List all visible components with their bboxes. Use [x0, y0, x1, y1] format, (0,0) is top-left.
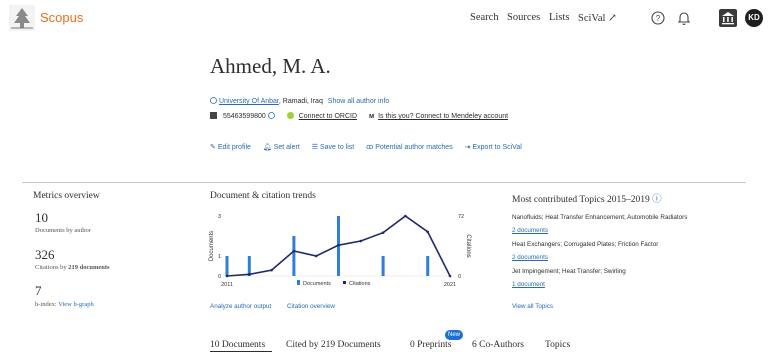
orcid-icon: [286, 112, 294, 119]
x-tick-label-end: 2021: [444, 282, 456, 288]
documents-bar: [426, 256, 430, 276]
topic-item-1[interactable]: Nanofluids; Heat Transfer Enhancement; A…: [512, 214, 687, 221]
view-all-topics-link[interactable]: View all Topics: [512, 303, 553, 310]
metrics-overview-title: Metrics overview: [33, 191, 100, 201]
scopus-id-icon: [210, 112, 217, 119]
analyze-author-output-link[interactable]: Analyze author output: [210, 303, 271, 310]
bell-icon[interactable]: [676, 10, 692, 26]
scopus-brand-link[interactable]: Scopus: [40, 10, 83, 25]
document-citation-chart: Documents Citations3107202011 2021Document…: [209, 214, 471, 288]
x-tick-label-start: 2011: [221, 282, 233, 288]
bell-outline-icon: 🔔︎: [262, 144, 272, 151]
user-avatar[interactable]: KD: [745, 9, 763, 27]
affiliation-row: University Of Anbar, Ramadi, Iraq Show a…: [210, 97, 389, 105]
identifier-row: 55463599800 Connect to ORCID ᴍ Is this y…: [210, 112, 508, 120]
nav-lists[interactable]: Lists: [549, 12, 569, 23]
legend-documents-swatch: [297, 280, 300, 285]
citations-point: [426, 230, 429, 234]
tab-topics[interactable]: Topics: [545, 340, 570, 350]
y2-axis-label: Citations: [465, 234, 471, 257]
topic-item-2[interactable]: Heat Exchangers; Corrugated Plates; Fric…: [512, 241, 658, 248]
elsevier-logo-icon[interactable]: [8, 4, 36, 32]
topic-item-1-docs[interactable]: 2 documents: [512, 227, 548, 234]
citations-point: [314, 254, 318, 258]
documents-bar: [225, 256, 229, 276]
institution-icon[interactable]: [719, 9, 737, 27]
mendeley-icon: ᴍ: [368, 113, 375, 120]
citations-count[interactable]: 326: [35, 247, 55, 263]
show-all-author-info-link[interactable]: Show all author info: [328, 98, 389, 105]
nav-search[interactable]: Search: [470, 12, 499, 23]
view-hgraph-link[interactable]: View h-graph: [58, 301, 94, 308]
citations-point: [248, 273, 251, 276]
save-to-list-button[interactable]: Save to list: [320, 144, 354, 151]
citations-point: [381, 231, 385, 234]
mendeley-connect-link[interactable]: Is this you? Connect to Mendeley account: [378, 113, 508, 120]
section-divider: [22, 182, 746, 183]
citations-point: [270, 268, 273, 272]
author-name: Ahmed, M. A.: [210, 54, 331, 78]
topics-title: Most contributed Topics 2015–2019 ⓘ: [512, 191, 662, 205]
export-to-scival-button[interactable]: Export to SciVal: [472, 144, 521, 151]
legend-documents-label: Documents: [303, 281, 331, 287]
topic-item-3[interactable]: Jet Impingement; Heat Transfer; Swirling: [512, 268, 626, 275]
legend-citations-label: Citations: [349, 281, 371, 287]
documents-label: Documents by author: [35, 227, 91, 234]
citations-point: [337, 243, 340, 247]
documents-bar: [247, 256, 251, 276]
citations-point: [359, 239, 363, 243]
citations-label: Citations by 219 documents: [35, 264, 110, 271]
tab-co-authors[interactable]: 6 Co-Authors: [472, 340, 524, 350]
list-icon: ☰: [311, 144, 319, 151]
y-tick-label: 3: [218, 214, 221, 220]
edit-profile-button[interactable]: Edit profile: [218, 144, 251, 151]
set-alert-button[interactable]: Set alert: [274, 144, 300, 151]
hindex-value: 7: [35, 283, 42, 298]
export-icon: ⇥: [464, 144, 471, 151]
citations-point: [225, 274, 229, 278]
topic-item-2-docs[interactable]: 2 documents: [512, 254, 548, 261]
id-info-icon[interactable]: [267, 112, 275, 119]
documents-count[interactable]: 10: [35, 210, 48, 226]
info-icon: [210, 97, 217, 104]
top-navigation-bar: Scopus Search Sources Lists SciVal ↗ ? K…: [0, 0, 768, 36]
topic-item-3-docs[interactable]: 1 document: [512, 281, 545, 288]
affiliation-link[interactable]: University Of Anbar: [219, 98, 279, 105]
hindex-label: h-index:: [35, 301, 57, 308]
documents-bar: [292, 236, 296, 276]
new-badge: New: [445, 330, 463, 340]
help-icon[interactable]: ?: [650, 10, 666, 26]
legend-citations-swatch: [343, 281, 346, 284]
topics-title-text: Most contributed Topics 2015–2019: [512, 195, 650, 205]
people-icon: ꝏ: [366, 144, 374, 151]
citation-overview-link[interactable]: Citation overview: [287, 303, 335, 310]
pencil-icon: ✎: [210, 144, 216, 151]
topics-info-icon[interactable]: ⓘ: [652, 195, 662, 205]
author-id: 55463599800: [222, 113, 266, 120]
nav-sources[interactable]: Sources: [507, 12, 540, 23]
hindex-row: h-index: View h-graph: [35, 301, 94, 308]
y-axis-label: Documents: [209, 231, 215, 261]
svg-text:?: ?: [656, 14, 661, 23]
citations-point: [404, 214, 407, 218]
citations-label-prefix: Citations by: [35, 264, 69, 271]
tab-documents[interactable]: 10 Documents: [210, 340, 265, 350]
trends-title: Document & citation trends: [210, 191, 316, 201]
tab-preprints[interactable]: 0 Preprints: [410, 340, 451, 350]
y-tick-label: 0: [218, 274, 221, 280]
y2-tick-label: 72: [458, 214, 464, 220]
y-tick-label: 1: [218, 254, 221, 260]
documents-bar: [381, 256, 385, 276]
potential-author-matches-button[interactable]: Potential author matches: [375, 144, 452, 151]
citations-point: [448, 274, 452, 278]
nav-scival[interactable]: SciVal ↗: [578, 12, 617, 24]
citations-point: [292, 249, 296, 253]
connect-orcid-link[interactable]: Connect to ORCID: [299, 113, 357, 120]
y2-tick-label: 0: [458, 274, 461, 280]
author-actions: ✎ Edit profile 🔔︎ Set alert ☰ Save to li…: [210, 143, 522, 151]
affiliation-location: , Ramadi, Iraq: [278, 98, 323, 105]
tab-cited-by[interactable]: Cited by 219 Documents: [286, 340, 381, 350]
citations-documents-count: 219 documents: [68, 264, 110, 271]
